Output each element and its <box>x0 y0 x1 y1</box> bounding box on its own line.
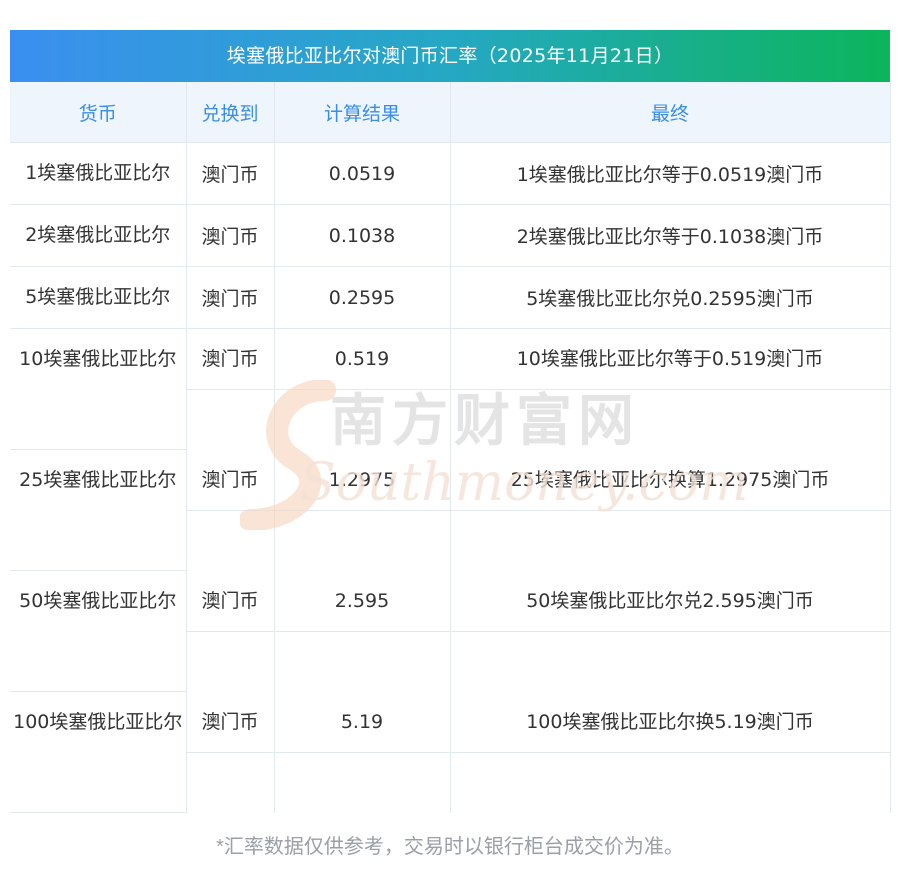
header-convert-to: 兑换到 <box>186 82 275 143</box>
cell-currency: 50埃塞俄比亚比尔 <box>10 570 187 692</box>
cell-convert-to: 澳门币 <box>186 142 275 205</box>
cell-convert-to: 澳门币 <box>186 328 275 450</box>
cell-result: 0.0519 <box>274 142 451 205</box>
cell-convert-to-text: 澳门币 <box>186 571 274 632</box>
cell-result-text: 0.519 <box>274 329 450 390</box>
cell-currency: 5埃塞俄比亚比尔 <box>10 266 187 329</box>
rate-table: 货币 兑换到 计算结果 最终 1埃塞俄比亚比尔 澳门币 0.0519 1埃塞俄比… <box>10 82 891 813</box>
cell-final: 2埃塞俄比亚比尔等于0.1038澳门币 <box>450 204 891 267</box>
cell-final-text: 25埃塞俄比亚比尔换算1.2975澳门币 <box>450 450 890 511</box>
cell-currency: 1埃塞俄比亚比尔 <box>10 142 187 205</box>
cell-convert-to-text: 澳门币 <box>186 450 274 511</box>
table-header-row: 货币 兑换到 计算结果 最终 <box>10 82 891 143</box>
cell-result-text: 2.595 <box>274 571 450 632</box>
table-title: 埃塞俄比亚比尔对澳门币汇率（2025年11月21日） <box>10 30 890 82</box>
header-final: 最终 <box>450 82 891 143</box>
cell-convert-to: 澳门币 <box>186 691 275 813</box>
cell-convert-to: 澳门币 <box>186 449 275 571</box>
table-row: 1埃塞俄比亚比尔 澳门币 0.0519 1埃塞俄比亚比尔等于0.0519澳门币 <box>10 142 891 205</box>
cell-currency: 25埃塞俄比亚比尔 <box>10 449 187 571</box>
cell-result: 0.2595 <box>274 266 451 329</box>
cell-currency: 10埃塞俄比亚比尔 <box>10 328 187 450</box>
table-row: 2埃塞俄比亚比尔 澳门币 0.1038 2埃塞俄比亚比尔等于0.1038澳门币 <box>10 204 891 267</box>
header-result: 计算结果 <box>274 82 451 143</box>
disclaimer-footnote: *汇率数据仅供参考，交易时以银行柜台成交价为准。 <box>216 836 684 858</box>
cell-currency: 100埃塞俄比亚比尔 <box>10 691 187 813</box>
cell-final-text: 100埃塞俄比亚比尔换5.19澳门币 <box>450 692 890 753</box>
cell-final: 10埃塞俄比亚比尔等于0.519澳门币 <box>450 328 891 450</box>
cell-convert-to: 澳门币 <box>186 570 275 692</box>
cell-final: 25埃塞俄比亚比尔换算1.2975澳门币 <box>450 449 891 571</box>
cell-final: 100埃塞俄比亚比尔换5.19澳门币 <box>450 691 891 813</box>
cell-convert-to-text: 澳门币 <box>186 692 274 753</box>
cell-final-text: 10埃塞俄比亚比尔等于0.519澳门币 <box>450 329 890 390</box>
cell-convert-to: 澳门币 <box>186 266 275 329</box>
table-row: 10埃塞俄比亚比尔 澳门币 0.519 10埃塞俄比亚比尔等于0.519澳门币 <box>10 328 891 450</box>
cell-final-text: 50埃塞俄比亚比尔兑2.595澳门币 <box>450 571 890 632</box>
cell-convert-to: 澳门币 <box>186 204 275 267</box>
cell-currency: 2埃塞俄比亚比尔 <box>10 204 187 267</box>
cell-final: 1埃塞俄比亚比尔等于0.0519澳门币 <box>450 142 891 205</box>
table-row: 100埃塞俄比亚比尔 澳门币 5.19 100埃塞俄比亚比尔换5.19澳门币 <box>10 691 891 813</box>
header-currency: 货币 <box>10 82 187 143</box>
rate-table-container: 埃塞俄比亚比尔对澳门币汇率（2025年11月21日） 货币 兑换到 计算结果 最… <box>10 30 891 813</box>
cell-result: 0.519 <box>274 328 451 450</box>
cell-result-text: 1.2975 <box>274 450 450 511</box>
cell-final: 50埃塞俄比亚比尔兑2.595澳门币 <box>450 570 891 692</box>
cell-result: 2.595 <box>274 570 451 692</box>
cell-final: 5埃塞俄比亚比尔兑0.2595澳门币 <box>450 266 891 329</box>
cell-result: 1.2975 <box>274 449 451 571</box>
cell-convert-to-text: 澳门币 <box>186 329 274 390</box>
cell-result: 0.1038 <box>274 204 451 267</box>
table-row: 50埃塞俄比亚比尔 澳门币 2.595 50埃塞俄比亚比尔兑2.595澳门币 <box>10 570 891 692</box>
table-row: 5埃塞俄比亚比尔 澳门币 0.2595 5埃塞俄比亚比尔兑0.2595澳门币 <box>10 266 891 329</box>
cell-result: 5.19 <box>274 691 451 813</box>
cell-result-text: 5.19 <box>274 692 450 753</box>
table-row: 25埃塞俄比亚比尔 澳门币 1.2975 25埃塞俄比亚比尔换算1.2975澳门… <box>10 449 891 571</box>
